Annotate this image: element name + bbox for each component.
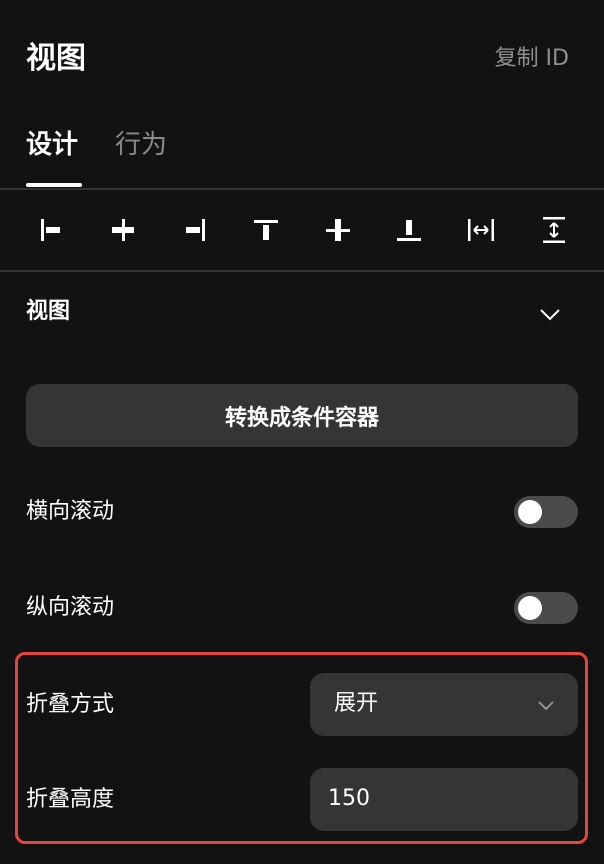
fold-height-input[interactable]: 150 <box>310 768 578 831</box>
vertical-scroll-label: 纵向滚动 <box>26 595 115 620</box>
chevron-down-icon[interactable] <box>536 300 564 328</box>
alignment-toolbar <box>0 190 604 270</box>
fold-height-value: 150 <box>328 786 370 811</box>
tab-bar: 设计 行为 <box>0 120 604 188</box>
align-right-icon[interactable] <box>175 210 215 250</box>
tab-behavior[interactable]: 行为 <box>115 126 167 164</box>
horizontal-scroll-label: 横向滚动 <box>26 499 115 524</box>
align-horizontal-center-icon[interactable] <box>103 210 143 250</box>
fold-height-label: 折叠高度 <box>26 787 115 812</box>
fold-mode-label: 折叠方式 <box>26 692 115 717</box>
distribute-vertical-icon[interactable] <box>534 210 574 250</box>
fold-mode-select[interactable]: 展开 <box>310 673 578 736</box>
toggle-knob <box>518 596 542 620</box>
align-left-icon[interactable] <box>30 210 70 250</box>
convert-to-conditional-container-button[interactable]: 转换成条件容器 <box>26 384 578 447</box>
tab-design[interactable]: 设计 <box>26 126 78 164</box>
page-title: 视图 <box>26 41 86 76</box>
section-title: 视图 <box>26 299 71 324</box>
vertical-scroll-toggle[interactable] <box>514 592 578 624</box>
horizontal-scroll-toggle[interactable] <box>514 496 578 528</box>
align-top-icon[interactable] <box>246 210 286 250</box>
chevron-down-icon <box>536 695 556 715</box>
fold-mode-value: 展开 <box>334 691 379 716</box>
divider <box>0 270 604 272</box>
distribute-horizontal-icon[interactable] <box>461 210 501 250</box>
toggle-knob <box>518 500 542 524</box>
active-tab-indicator <box>26 183 82 187</box>
align-vertical-center-icon[interactable] <box>318 210 358 250</box>
copy-id-button[interactable]: 复制 ID <box>495 44 569 74</box>
align-bottom-icon[interactable] <box>389 210 429 250</box>
